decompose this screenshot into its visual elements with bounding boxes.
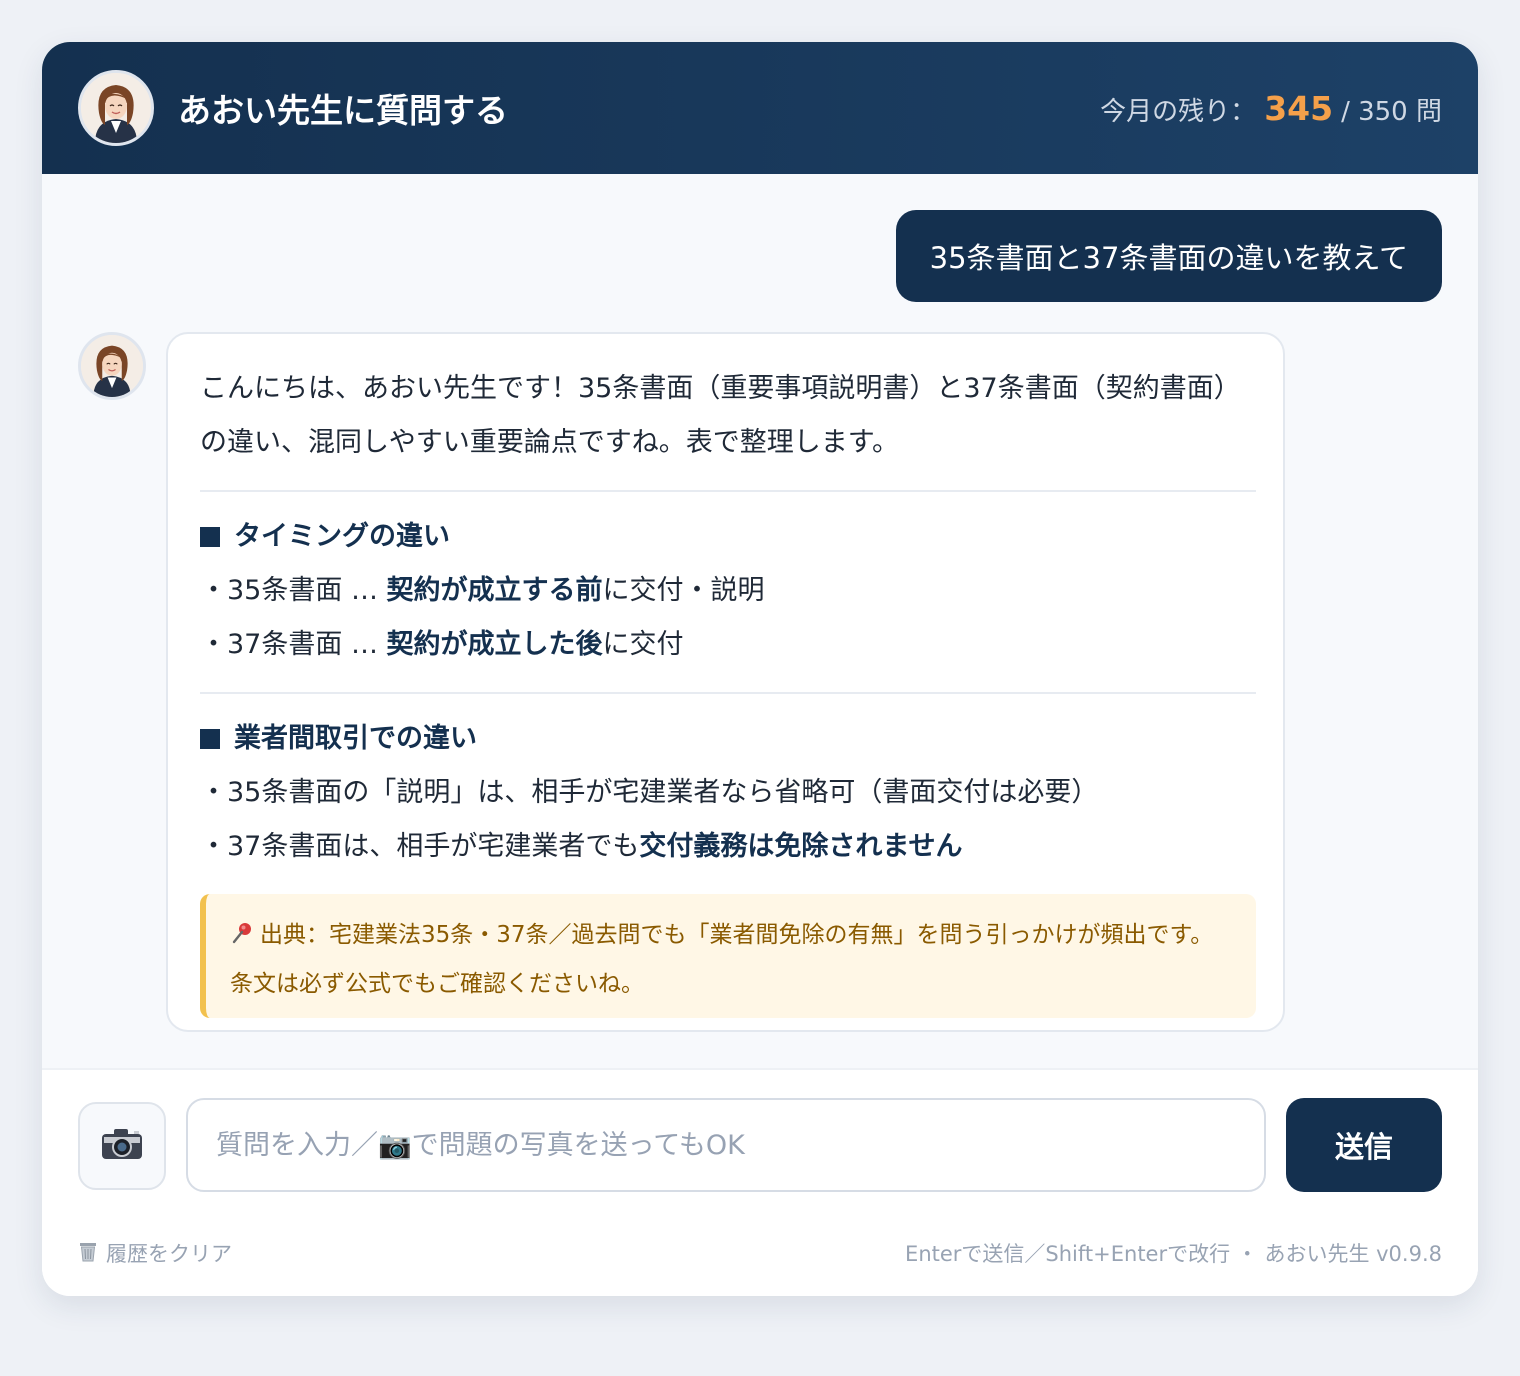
teacher-avatar <box>78 70 154 146</box>
chat-title: あおい先生に質問する <box>178 91 508 130</box>
composer-footer: 履歴をクリア Enterで送信／Shift+Enterで改行 ・ あおい先生 v… <box>78 1238 1442 1268</box>
source-note: 出典：宅建業法35条・37条／過去問でも「業者間免除の有無」を問う引っかけが頻出… <box>200 894 1256 1018</box>
line-text: ・37条書面 … <box>200 629 387 660</box>
dealer-line-35: ・35条書面の「説明」は、相手が宅建業者なら省略可（書面交付は必要） <box>200 777 1099 808</box>
chat-window: あおい先生に質問する 今月の残り： 345 / 350 問 35条書面と37条書… <box>42 42 1478 1296</box>
teacher-avatar-icon <box>81 335 143 397</box>
keyboard-hint: Enterで送信／Shift+Enterで改行 ・ あおい先生 v0.9.8 <box>905 1242 1442 1266</box>
quota-remaining: 345 <box>1264 88 1334 128</box>
bot-message: こんにちは、あおい先生です！35条書面（重要事項説明書）と37条書面（契約書面）… <box>166 332 1285 1032</box>
question-input[interactable] <box>186 1098 1266 1192</box>
quota-label: 今月の残り： <box>1100 96 1257 127</box>
teacher-avatar-icon <box>81 73 151 143</box>
composer: 送信 履歴をクリア Enterで送信／Shift+Enterで改行 ・ あおい先… <box>42 1068 1478 1296</box>
line-emphasis: 契約が成立する前 <box>386 575 603 606</box>
clear-history-button[interactable]: 履歴をクリア <box>78 1238 232 1268</box>
quota-total: / 350 問 <box>1341 96 1442 127</box>
divider <box>200 490 1256 492</box>
line-emphasis: 交付義務は免除されません <box>639 831 963 862</box>
section-heading-timing: タイミングの違い <box>200 510 1253 564</box>
bot-intro-text: こんにちは、あおい先生です！35条書面（重要事項説明書）と37条書面（契約書面）… <box>200 373 1241 458</box>
line-text: ・35条書面 … <box>200 575 387 606</box>
monthly-quota: 今月の残り： 345 / 350 問 <box>1100 89 1442 128</box>
section-heading-dealers: 業者間取引での違い <box>200 712 1253 766</box>
trash-icon <box>78 1240 98 1267</box>
section-heading-label: タイミングの違い <box>234 521 450 552</box>
clear-history-label: 履歴をクリア <box>106 1242 232 1266</box>
camera-button[interactable] <box>78 1102 166 1190</box>
line-text: に交付・説明 <box>602 575 765 606</box>
timing-line-37: ・37条書面 … 契約が成立した後に交付 <box>200 618 1253 672</box>
dealer-line-37: ・37条書面は、相手が宅建業者でも交付義務は免除されません <box>200 820 1253 874</box>
message-list[interactable]: 35条書面と37条書面の違いを教えて こんにちは、あおい先生です！35条書面（重… <box>42 174 1478 1068</box>
divider <box>200 692 1256 694</box>
send-button[interactable]: 送信 <box>1286 1098 1442 1192</box>
pushpin-icon <box>230 915 254 961</box>
section-heading-label: 業者間取引での違い <box>234 723 477 754</box>
line-text: ・37条書面は、相手が宅建業者でも <box>200 831 640 862</box>
line-emphasis: 契約が成立した後 <box>386 629 603 660</box>
timing-line-35: ・35条書面 … 契約が成立する前に交付・説明 <box>200 564 1253 618</box>
camera-icon <box>100 1127 144 1165</box>
bot-avatar <box>78 332 146 400</box>
user-message: 35条書面と37条書面の違いを教えて <box>895 210 1442 302</box>
chat-header: あおい先生に質問する 今月の残り： 345 / 350 問 <box>42 42 1478 174</box>
square-bullet-icon <box>200 527 220 547</box>
line-text: に交付 <box>602 629 684 660</box>
source-text: 出典：宅建業法35条・37条／過去問でも「業者間免除の有無」を問う引っかけが頻出… <box>230 922 1214 997</box>
square-bullet-icon <box>200 729 220 749</box>
